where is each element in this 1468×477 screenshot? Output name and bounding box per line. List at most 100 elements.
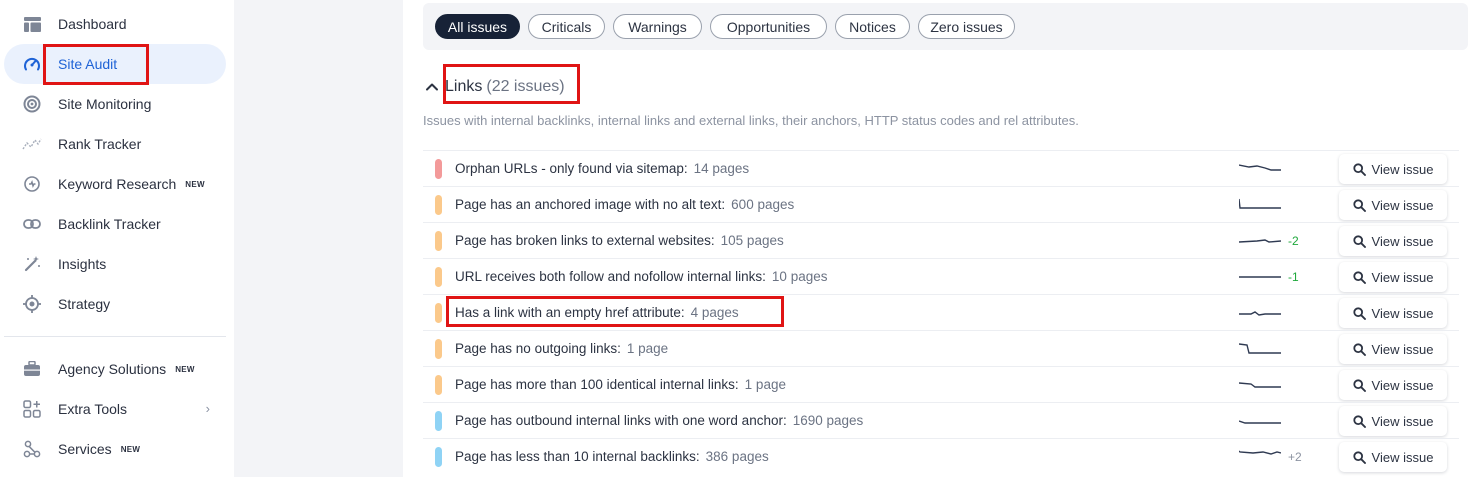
view-issue-button[interactable]: View issue [1339,370,1447,400]
services-icon [22,439,42,459]
view-issue-label: View issue [1371,269,1434,285]
nav-label: Backlink Tracker [58,216,161,232]
new-badge: NEW [175,365,195,374]
filter-notices[interactable]: Notices [835,14,910,39]
nav-item-backlink-tracker[interactable]: Backlink Tracker [4,204,226,244]
filter-opportunities[interactable]: Opportunities [710,14,827,39]
severity-indicator [435,231,442,251]
monitoring-icon [22,94,42,114]
extra-tools-icon [22,399,42,419]
view-issue-label: View issue [1371,449,1434,465]
nav-item-strategy[interactable]: Strategy [4,284,226,324]
search-icon [1352,414,1366,428]
filter-warnings[interactable]: Warnings [613,14,702,39]
trend-sparkline [1239,276,1281,278]
nav-item-agency-solutions[interactable]: Agency Solutions NEW [4,349,226,389]
view-issue-label: View issue [1371,413,1434,429]
nav-item-rank-tracker[interactable]: Rank Tracker [4,124,226,164]
new-badge: NEW [120,445,141,454]
trend-delta: -2 [1288,234,1299,248]
filter-criticals[interactable]: Criticals [528,14,605,39]
nav-label: Rank Tracker [58,136,142,152]
section-description: Issues with internal backlinks, internal… [423,113,1079,128]
view-issue-button[interactable]: View issue [1339,442,1447,472]
search-icon [1352,342,1366,356]
nav-item-insights[interactable]: Insights [4,244,226,284]
search-icon [1352,162,1366,176]
issue-row[interactable]: Has a link with an empty href attribute:… [423,294,1459,330]
issue-pages: 1 page [744,377,786,392]
issue-row[interactable]: Page has no outgoing links: 1 page View is… [423,330,1459,366]
chevron-right-icon: › [205,401,210,416]
issue-pages: 600 pages [731,197,795,212]
trend-sparkline [1239,239,1281,243]
nav-item-site-monitoring[interactable]: Site Monitoring [4,84,226,124]
sidebar: Dashboard Site Audit Site Monitoring Ran… [0,0,234,477]
issue-row[interactable]: Orphan URLs - only found via sitemap: 14 … [423,150,1459,186]
keyword-research-icon [22,174,42,194]
nav-item-dashboard[interactable]: Dashboard [4,4,226,44]
link-icon [22,214,42,234]
filter-zero-issues[interactable]: Zero issues [918,14,1015,39]
content-gutter [234,0,403,477]
issue-label: Page has outbound internal links with on… [455,413,863,428]
issue-name: Page has no outgoing links: [455,341,621,356]
nav-label: Extra Tools [58,401,127,417]
view-issue-button[interactable]: View issue [1339,262,1447,292]
issue-name: Orphan URLs - only found via sitemap: [455,161,688,176]
trend-sparkline [1239,420,1281,424]
issue-label: Page has no outgoing links: 1 page [455,341,668,356]
severity-indicator [435,339,442,359]
main-content: All issues Criticals Warnings Opportunit… [403,0,1468,477]
trend-sparkline [1239,198,1281,209]
issue-label: Orphan URLs - only found via sitemap: 14 … [455,161,749,176]
nav-label: Site Audit [58,56,118,72]
trend-sparkline [1239,382,1281,388]
trend-delta: +2 [1288,450,1302,464]
issue-row[interactable]: URL receives both follow and nofollow in… [423,258,1459,294]
issue-row[interactable]: Page has more than 100 identical interna… [423,366,1459,402]
nav-item-extra-tools[interactable]: Extra Tools › [4,389,226,429]
severity-indicator [435,195,442,215]
search-icon [1352,198,1366,212]
view-issue-button[interactable]: View issue [1339,190,1447,220]
issue-row[interactable]: Page has less than 10 internal backlinks… [423,438,1459,474]
view-issue-button[interactable]: View issue [1339,334,1447,364]
severity-indicator [435,303,442,323]
view-issue-label: View issue [1371,377,1434,393]
view-issue-button[interactable]: View issue [1339,226,1447,256]
issue-label: Page has less than 10 internal backlinks… [455,449,769,464]
issue-name: Page has broken links to external websit… [455,233,715,248]
severity-indicator [435,411,442,431]
issue-label: Has a link with an empty href attribute:… [455,305,739,320]
nav-item-services[interactable]: Services NEW [4,429,226,469]
section-header-links[interactable]: Links (22 issues) [425,76,565,98]
view-issue-label: View issue [1371,341,1434,357]
gauge-icon [22,54,42,74]
chevron-up-icon [426,83,438,91]
severity-indicator [435,159,442,179]
issue-row[interactable]: Page has an anchored image with no alt t… [423,186,1459,222]
dashboard-icon [22,14,42,34]
view-issue-label: View issue [1371,305,1434,321]
issue-name: Page has more than 100 identical interna… [455,377,739,392]
nav-item-keyword-research[interactable]: Keyword Research NEW [4,164,226,204]
target-icon [22,294,42,314]
view-issue-button[interactable]: View issue [1339,406,1447,436]
view-issue-button[interactable]: View issue [1339,154,1447,184]
nav-label: Keyword Research NEW [58,176,205,192]
nav-item-site-audit[interactable]: Site Audit [4,44,226,84]
severity-indicator [435,267,442,287]
issue-label: URL receives both follow and nofollow in… [455,269,827,284]
trend-sparkline [1239,343,1281,354]
view-issue-button[interactable]: View issue [1339,298,1447,328]
view-issue-label: View issue [1371,197,1434,213]
issue-pages: 105 pages [720,233,784,248]
issue-row[interactable]: Page has broken links to external websit… [423,222,1459,258]
rank-tracker-icon [22,134,42,154]
briefcase-icon [22,359,42,379]
issue-name: URL receives both follow and nofollow in… [455,269,766,284]
filter-all-issues[interactable]: All issues [435,14,520,39]
issue-row[interactable]: Page has outbound internal links with on… [423,402,1459,438]
trend-sparkline [1239,164,1281,171]
